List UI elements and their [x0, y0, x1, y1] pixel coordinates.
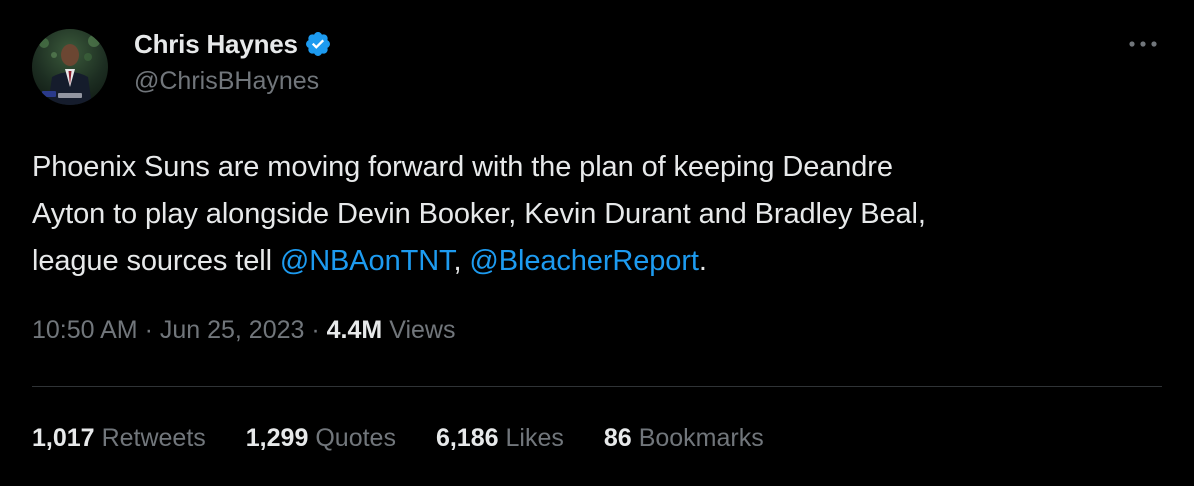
- bookmarks-count: 86: [603, 424, 632, 452]
- tweet-meta: 10:50 AM · Jun 25, 2023 · 4.4M Views: [32, 316, 456, 345]
- quotes-label: Quotes: [315, 424, 396, 452]
- tweet-date[interactable]: Jun 25, 2023: [160, 316, 305, 345]
- author-display-name[interactable]: Chris Haynes: [134, 29, 298, 60]
- mention-link-bleacherreport[interactable]: @BleacherReport: [469, 245, 699, 277]
- verified-badge-icon[interactable]: [304, 30, 332, 58]
- tweet-text-line: Phoenix Suns are moving forward with the…: [32, 151, 893, 183]
- author-handle[interactable]: @ChrisBHaynes: [134, 67, 332, 96]
- avatar-photo-icon: [39, 35, 100, 105]
- likes-stat[interactable]: 6,186 Likes: [436, 424, 564, 453]
- tweet-card: Chris Haynes @ChrisBHaynes Phoenix Suns …: [0, 0, 1194, 486]
- bookmarks-label: Bookmarks: [638, 424, 764, 452]
- author-block: Chris Haynes @ChrisBHaynes: [134, 27, 332, 96]
- divider: [32, 386, 1162, 387]
- retweets-count: 1,017: [32, 424, 95, 452]
- author-name-row: Chris Haynes: [134, 27, 332, 61]
- likes-count: 6,186: [435, 424, 499, 452]
- views-label: Views: [389, 316, 456, 344]
- views-count: 4.4M: [326, 316, 383, 344]
- tweet-text-line: Ayton to play alongside Devin Booker, Ke…: [32, 198, 926, 230]
- bookmarks-stat[interactable]: 86 Bookmarks: [604, 424, 764, 453]
- tweet-time[interactable]: 10:50 AM: [32, 316, 138, 345]
- meta-separator: ·: [304, 316, 327, 344]
- quotes-stat[interactable]: 1,299 Quotes: [246, 424, 396, 453]
- more-options-icon[interactable]: [1127, 30, 1159, 58]
- likes-label: Likes: [505, 424, 564, 452]
- retweets-label: Retweets: [101, 424, 206, 452]
- tweet-text-separator: ,: [453, 245, 470, 277]
- mention-link-nbaontnt[interactable]: @NBAonTNT: [280, 245, 454, 277]
- tweet-text-line: league sources tell @NBAonTNT, @Bleacher…: [32, 238, 1152, 285]
- quotes-count: 1,299: [245, 424, 309, 452]
- tweet-text-segment: league sources tell: [32, 245, 280, 277]
- retweets-stat[interactable]: 1,017 Retweets: [32, 424, 206, 453]
- engagement-stats: 1,017 Retweets 1,299 Quotes 6,186 Likes …: [32, 424, 804, 453]
- tweet-text: Phoenix Suns are moving forward with the…: [32, 144, 1152, 285]
- avatar[interactable]: [32, 29, 108, 105]
- meta-separator: ·: [137, 316, 160, 344]
- tweet-text-suffix: .: [698, 245, 707, 277]
